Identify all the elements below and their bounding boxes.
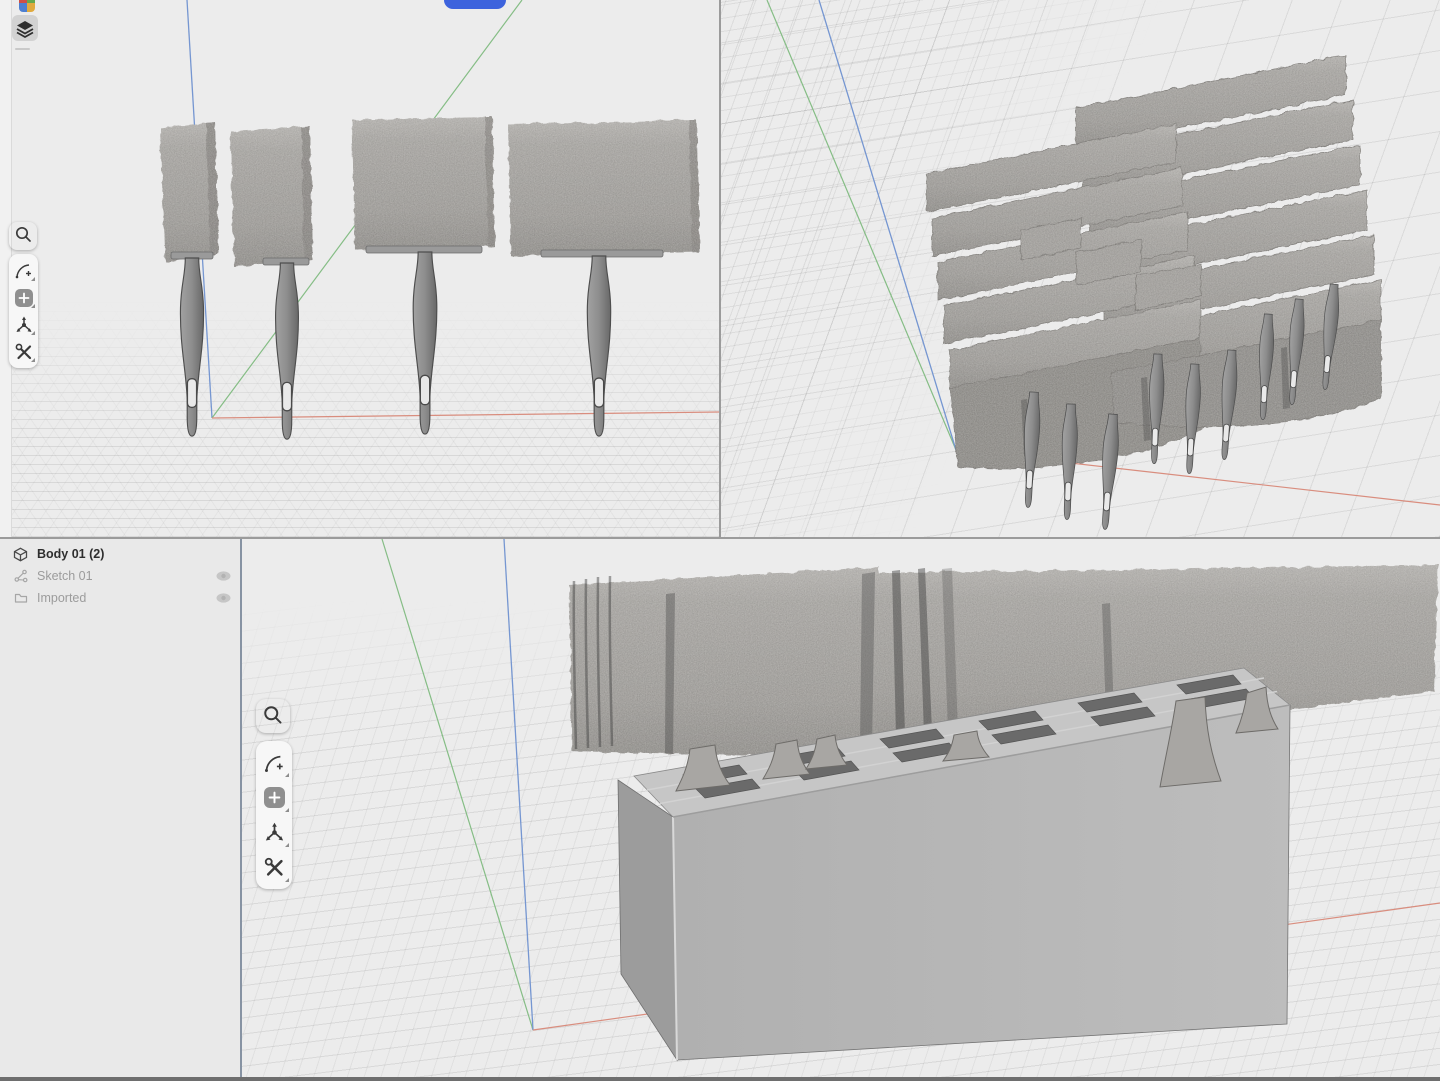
item-label: Sketch 01: [37, 569, 215, 583]
bottom-edge-strip: [0, 1077, 1440, 1081]
sidebar-item-imported[interactable]: Imported: [0, 587, 240, 609]
move-gizmo-icon: [14, 315, 34, 335]
zoom-search-button[interactable]: [256, 699, 290, 733]
sketch-arc-icon: [263, 752, 285, 774]
top-toolbar-active-tab[interactable]: [444, 0, 506, 9]
ground-grid: [242, 599, 1440, 1081]
viewport-perspective[interactable]: [242, 539, 1440, 1081]
sidebar-item-sketch[interactable]: Sketch 01: [0, 565, 240, 587]
move-gizmo-icon: [263, 821, 286, 844]
sidebar-border: [240, 539, 242, 1081]
plus-icon: [264, 787, 285, 808]
plus-icon: [15, 289, 33, 307]
sketch-tool-button[interactable]: [9, 257, 38, 284]
cube-icon: [13, 547, 28, 562]
viewport-iso[interactable]: [721, 0, 1440, 537]
add-tool-button[interactable]: [256, 780, 292, 815]
search-icon: [262, 704, 284, 726]
tool-group: [256, 741, 292, 889]
sketch-nodes-icon: [13, 569, 28, 584]
sketch-tool-button[interactable]: [256, 745, 292, 780]
folder-icon: [13, 591, 28, 606]
sketch-arc-icon: [14, 261, 33, 280]
move-tool-button[interactable]: [9, 311, 38, 338]
cad-window: Body 01 (2) Sketch 01: [0, 0, 1440, 1081]
ground-grid: [0, 300, 719, 537]
items-panel: Body 01 (2) Sketch 01: [0, 539, 240, 1081]
viewport-toolbar-perspective: [256, 699, 292, 889]
move-tool-button[interactable]: [256, 815, 292, 850]
sidebar-item-body[interactable]: Body 01 (2): [0, 543, 240, 565]
app-logo-icon[interactable]: [19, 0, 35, 12]
viewport-front[interactable]: [0, 0, 719, 537]
layers-icon: [13, 17, 37, 41]
adjust-tool-button[interactable]: [9, 338, 38, 365]
rail-divider: [15, 48, 30, 50]
zoom-search-button[interactable]: [9, 222, 37, 250]
viewport-divider-vertical[interactable]: [719, 0, 721, 539]
item-label: Imported: [37, 591, 215, 605]
logo-quadrant: [19, 3, 27, 12]
search-icon: [14, 225, 33, 244]
viewport-divider-horizontal[interactable]: [0, 537, 1440, 539]
tool-group: [9, 254, 38, 368]
visibility-eye-icon[interactable]: [215, 570, 232, 582]
add-tool-button[interactable]: [9, 284, 38, 311]
ground-grid-fine: [721, 0, 1440, 537]
adjust-tool-button[interactable]: [256, 850, 292, 885]
logo-quadrant: [27, 3, 35, 12]
visibility-eye-icon[interactable]: [215, 592, 232, 604]
tools-icon: [14, 342, 34, 362]
layers-panel-button[interactable]: [12, 15, 38, 41]
viewport-toolbar-front: [9, 222, 38, 368]
tools-icon: [263, 856, 286, 879]
item-label: Body 01 (2): [37, 547, 232, 561]
